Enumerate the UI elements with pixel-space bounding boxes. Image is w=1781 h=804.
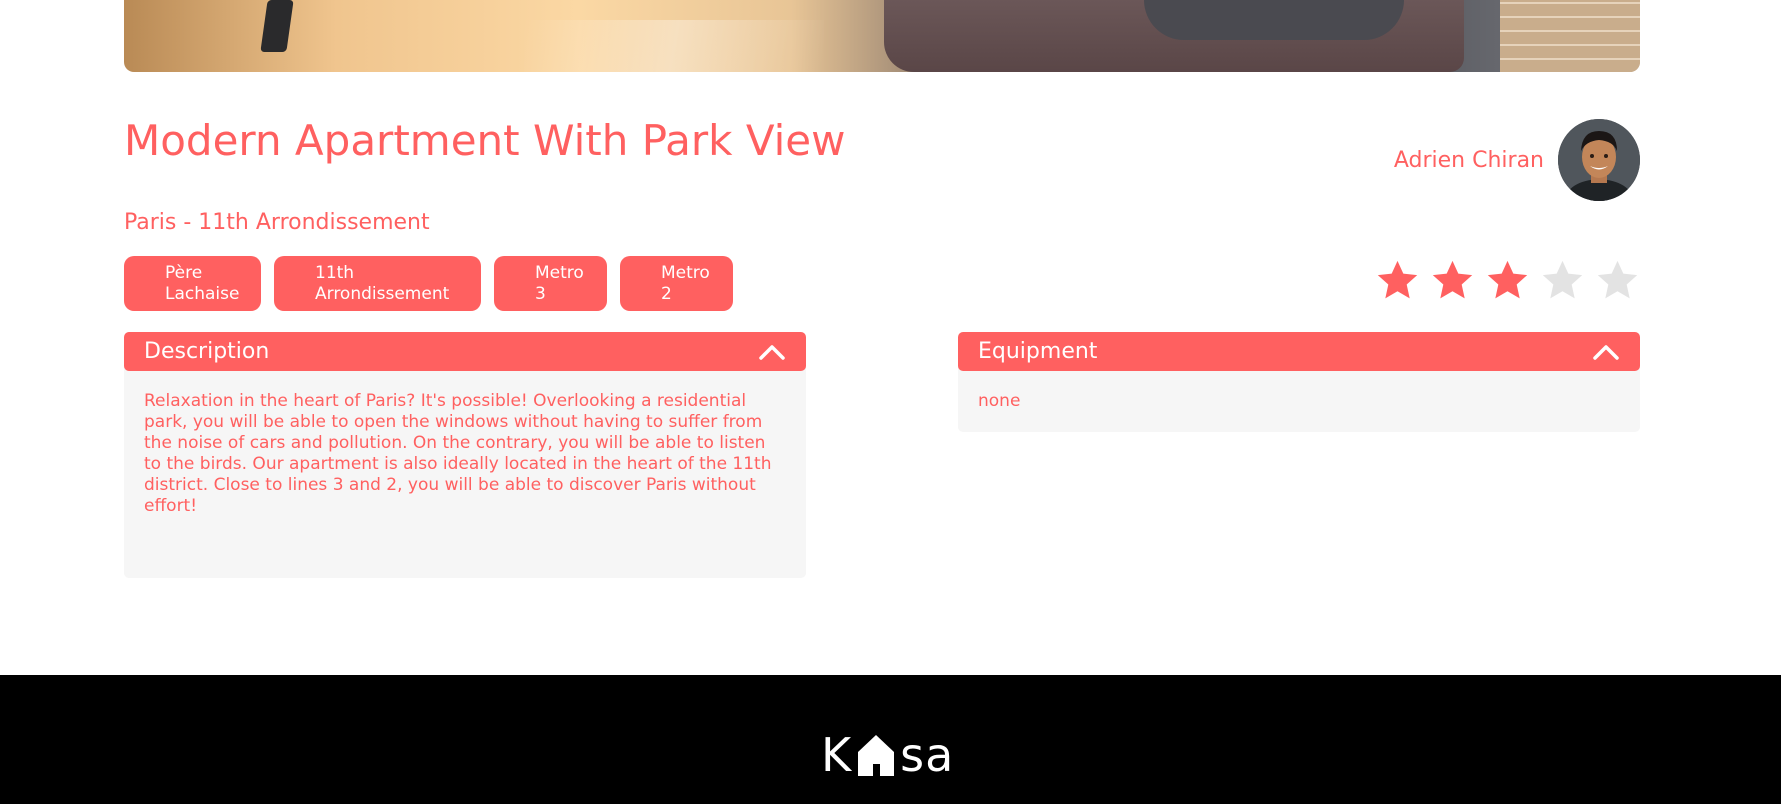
tag-list: Père Lachaise 11th Arrondissement Metro … bbox=[124, 256, 733, 311]
photo-lamp bbox=[260, 0, 294, 52]
listing-photo bbox=[124, 0, 1640, 72]
tag: Père Lachaise bbox=[124, 256, 261, 311]
avatar-portrait bbox=[1558, 119, 1640, 201]
rating-stars bbox=[1375, 258, 1640, 303]
photo-brick-wall bbox=[1500, 0, 1640, 72]
equipment-body: none bbox=[958, 366, 1640, 432]
house-icon bbox=[858, 735, 895, 776]
description-title: Description bbox=[144, 339, 270, 364]
tag: Metro 2 bbox=[620, 256, 733, 311]
logo-letters: sa bbox=[900, 728, 955, 782]
equipment-toggle[interactable]: Equipment bbox=[958, 332, 1640, 371]
host-avatar bbox=[1558, 119, 1640, 201]
chevron-up-icon[interactable] bbox=[1592, 343, 1620, 361]
chevron-up-icon[interactable] bbox=[758, 343, 786, 361]
star-filled-icon bbox=[1377, 260, 1418, 299]
star-empty-icon bbox=[1542, 260, 1583, 299]
host-name: Adrien Chiran bbox=[1393, 147, 1544, 173]
star-filled-icon bbox=[1432, 260, 1473, 299]
description-collapse: Description Relaxation in the heart of P… bbox=[124, 332, 806, 578]
tag: Metro 3 bbox=[494, 256, 607, 311]
description-toggle[interactable]: Description bbox=[124, 332, 806, 371]
equipment-title: Equipment bbox=[978, 339, 1098, 364]
photo-floor bbox=[524, 20, 824, 72]
listing-location: Paris - 11th Arrondissement bbox=[124, 210, 430, 235]
star-filled-icon bbox=[1487, 260, 1528, 299]
listing-title: Modern Apartment With Park View bbox=[124, 116, 846, 165]
host-info: Adrien Chiran bbox=[1394, 119, 1640, 201]
equipment-collapse: Equipment none bbox=[958, 332, 1640, 432]
footer-logo: K sa bbox=[821, 728, 955, 782]
description-body: Relaxation in the heart of Paris? It's p… bbox=[124, 366, 806, 578]
tag: 11th Arrondissement bbox=[274, 256, 481, 311]
logo-letter: K bbox=[821, 728, 853, 782]
star-empty-icon bbox=[1597, 260, 1638, 299]
photo-cushion bbox=[1144, 0, 1404, 40]
